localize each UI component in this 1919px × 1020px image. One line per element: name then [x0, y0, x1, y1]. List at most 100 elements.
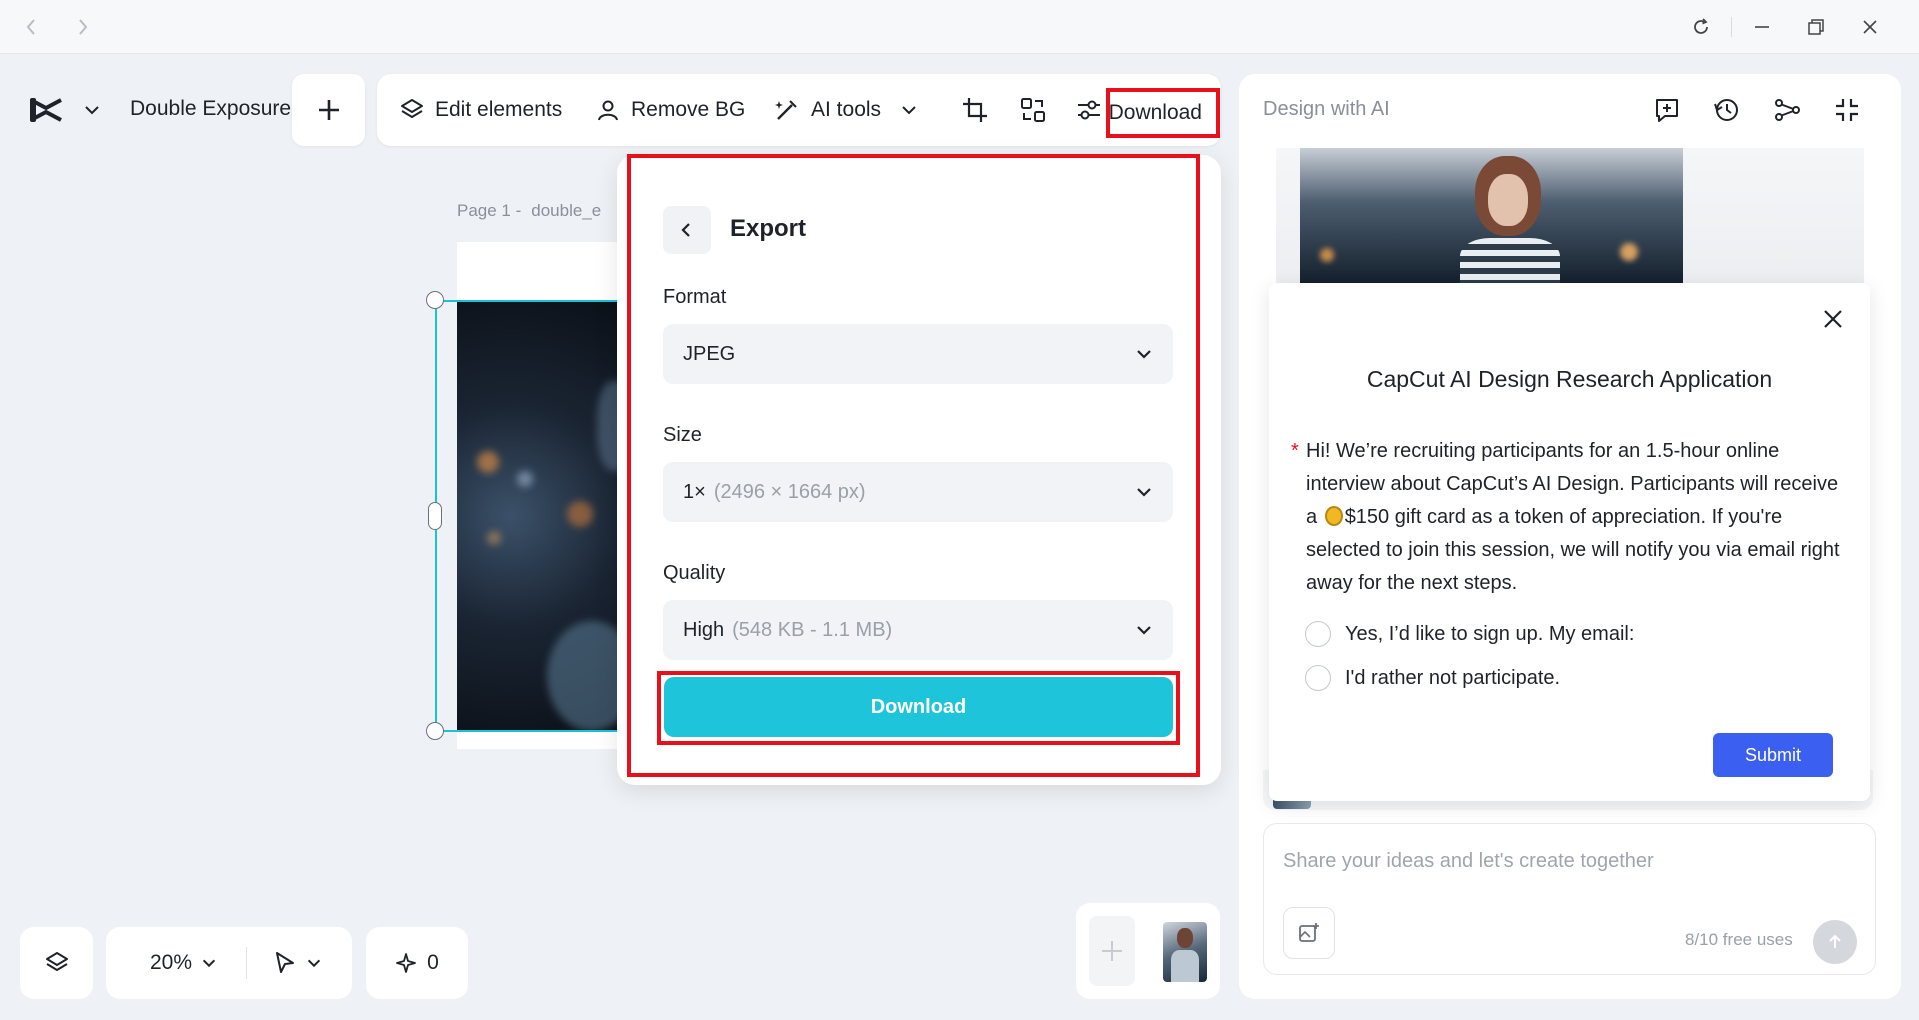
upload-image-button[interactable]	[1283, 907, 1335, 959]
chevron-down-icon	[1137, 350, 1151, 359]
sparkle-icon	[396, 953, 417, 973]
size-value: 1×	[683, 480, 706, 503]
chat-box	[1263, 823, 1876, 975]
collapse-icon[interactable]	[1832, 95, 1862, 125]
survey-option-yes[interactable]: Yes, I’d like to sign up. My email:	[1305, 620, 1634, 648]
image-upload-icon	[1299, 923, 1319, 942]
page-thumbnail[interactable]	[1163, 922, 1207, 982]
thumb-figure-body	[1171, 950, 1199, 982]
size-select[interactable]: 1× (2496 × 1664 px)	[663, 462, 1173, 522]
restore-button[interactable]	[1801, 12, 1831, 42]
edit-elements-button[interactable]: Edit elements	[399, 74, 562, 146]
chevron-left-icon	[681, 223, 690, 237]
format-label: Format	[663, 286, 727, 308]
resize-handle-left[interactable]	[428, 502, 442, 530]
chevron-right-icon	[79, 19, 88, 35]
survey-title: CapCut AI Design Research Application	[1366, 366, 1773, 392]
close-window-button[interactable]	[1855, 12, 1885, 42]
size-label: Size	[663, 424, 702, 446]
send-button[interactable]	[1813, 920, 1857, 964]
survey-option-no[interactable]: I'd rather not participate.	[1305, 664, 1560, 692]
replace-icon[interactable]	[1019, 96, 1047, 124]
restore-icon	[1808, 19, 1824, 35]
chevron-left-icon	[26, 19, 35, 35]
zoom-dropdown[interactable]: 20%	[150, 951, 218, 975]
quality-value: High	[683, 618, 725, 641]
quality-select[interactable]: High (548 KB - 1.1 MB)	[663, 600, 1173, 660]
selection-frame	[435, 300, 640, 732]
survey-text-part2: $150 gift card as a token of appreciatio…	[1306, 506, 1840, 594]
resize-handle-top-left[interactable]	[426, 291, 444, 309]
zoom-value: 20%	[150, 951, 193, 974]
chevron-down-icon	[202, 959, 216, 968]
image-bokeh	[1620, 243, 1638, 261]
refresh-button[interactable]	[1686, 12, 1716, 42]
zoom-separator	[246, 947, 248, 979]
forward-button[interactable]	[70, 14, 96, 40]
quality-label: Quality	[663, 562, 726, 584]
new-chat-icon[interactable]	[1652, 95, 1682, 125]
export-back-button[interactable]	[663, 206, 711, 254]
chat-input[interactable]: Share your ideas and let's create togeth…	[1283, 850, 1654, 873]
option-no-label: I'd rather not participate.	[1345, 666, 1561, 689]
export-title: Export	[730, 215, 807, 242]
minimize-icon	[1755, 26, 1769, 28]
ai-points-button[interactable]: 0	[366, 927, 468, 999]
pointer-icon	[276, 952, 295, 973]
plus-icon	[1102, 941, 1122, 961]
add-button[interactable]	[292, 74, 365, 146]
radio-button[interactable]	[1305, 621, 1331, 647]
crop-icon[interactable]	[961, 96, 989, 124]
document-title[interactable]: Double Exposure	[130, 97, 315, 121]
size-detail: (2496 × 1664 px)	[713, 480, 866, 503]
image-bokeh	[1320, 248, 1334, 262]
ai-tools-label: AI tools	[811, 98, 882, 121]
ai-tools-button[interactable]: AI tools	[773, 74, 929, 146]
remove-bg-button[interactable]: Remove BG	[595, 74, 745, 146]
plus-icon	[318, 100, 339, 120]
ai-result-image[interactable]	[1300, 148, 1683, 283]
close-icon	[1863, 20, 1877, 34]
image-shirt-shape	[1460, 238, 1560, 283]
pointer-tool-dropdown[interactable]	[273, 950, 323, 976]
magic-wand-icon	[775, 100, 797, 120]
toolbar-download-label: Download	[1108, 101, 1202, 124]
option-yes-label: Yes, I’d like to sign up. My email:	[1345, 622, 1635, 645]
page-label: Page 1 - double_e	[457, 201, 601, 221]
format-value: JPEG	[683, 342, 736, 365]
arrow-up-icon	[1829, 934, 1841, 948]
layers-button[interactable]	[20, 927, 93, 999]
page-number: Page 1 -	[457, 201, 522, 220]
close-icon[interactable]	[1820, 306, 1846, 332]
thumb-figure	[1177, 928, 1193, 948]
adjust-sliders-icon[interactable]	[1075, 96, 1103, 124]
title-bar	[0, 0, 1919, 54]
minimize-button[interactable]	[1747, 12, 1777, 42]
format-select[interactable]: JPEG	[663, 324, 1173, 384]
add-page-button[interactable]	[1089, 916, 1135, 986]
chevron-down-icon[interactable]	[82, 100, 102, 120]
required-marker: *	[1291, 440, 1299, 462]
chevron-down-icon	[1137, 488, 1151, 497]
back-button[interactable]	[18, 14, 44, 40]
chevron-down-icon	[1137, 626, 1151, 635]
capcut-logo-icon[interactable]	[28, 94, 64, 126]
top-toolbar: Edit elements Remove BG AI tools	[377, 74, 1221, 146]
titlebar-separator	[1731, 17, 1732, 37]
chevron-down-icon	[902, 106, 916, 115]
submit-button[interactable]: Submit	[1713, 733, 1833, 777]
coin-icon	[1324, 506, 1343, 526]
layers-icon	[401, 99, 423, 118]
download-highlight	[657, 671, 1180, 745]
remove-bg-label: Remove BG	[631, 98, 746, 121]
file-name: double_e	[531, 201, 602, 220]
resize-handle-bottom-left[interactable]	[426, 722, 444, 740]
quality-detail: (548 KB - 1.1 MB)	[732, 618, 893, 641]
toolbar-download-button[interactable]: Download	[1106, 88, 1220, 138]
image-face-shape	[1488, 174, 1528, 226]
refresh-icon	[1694, 18, 1708, 34]
radio-button[interactable]	[1305, 665, 1331, 691]
share-icon[interactable]	[1772, 95, 1802, 125]
history-icon[interactable]	[1712, 95, 1742, 125]
edit-elements-label: Edit elements	[435, 98, 563, 121]
